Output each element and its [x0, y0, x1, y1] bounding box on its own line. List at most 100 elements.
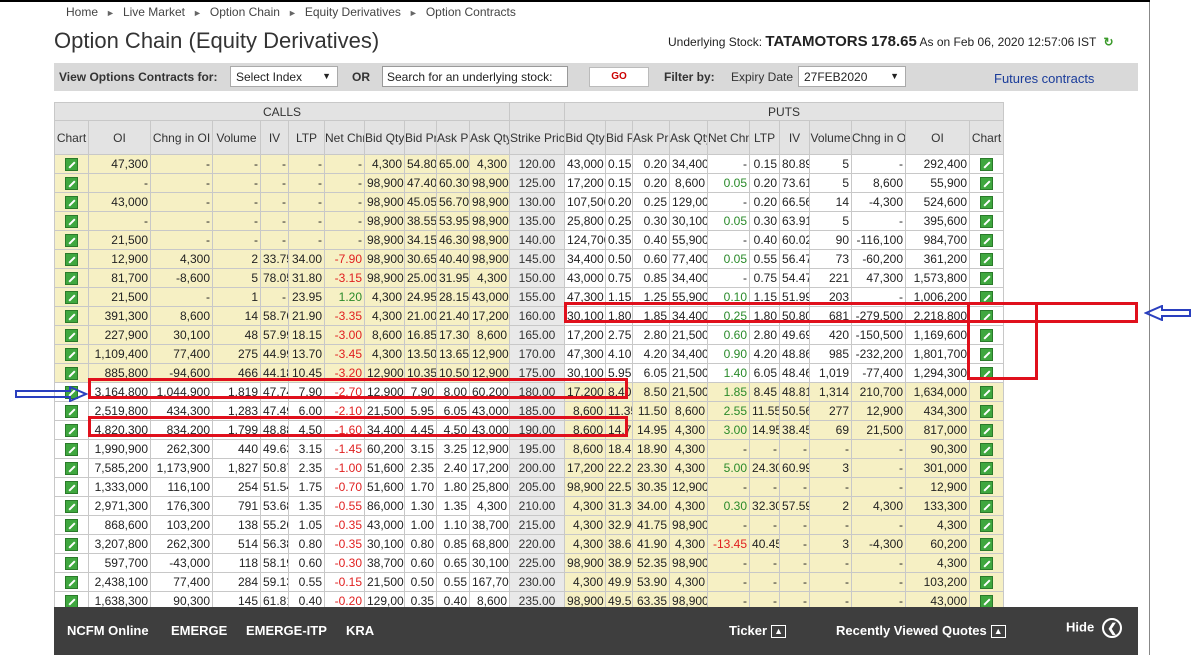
chart-icon[interactable]: [65, 519, 78, 533]
strike-price-cell[interactable]: 165.00: [509, 325, 566, 345]
strike-price-cell[interactable]: 130.00: [509, 192, 566, 212]
hide-toggle[interactable]: Hide ❮: [1066, 618, 1123, 638]
call-col-header: Bid Price: [404, 120, 437, 155]
strike-price-cell[interactable]: 150.00: [509, 268, 566, 288]
chart-icon[interactable]: [65, 329, 78, 343]
chart-icon[interactable]: [65, 443, 78, 457]
strike-price-cell[interactable]: 200.00: [509, 458, 566, 478]
refresh-icon[interactable]: ↻: [1103, 35, 1113, 49]
strike-price-cell[interactable]: 230.00: [509, 572, 566, 592]
strike-price-cell[interactable]: 180.00: [509, 382, 566, 402]
chart-icon[interactable]: [980, 405, 994, 419]
call-cell: 98,900: [468, 211, 511, 231]
chart-icon[interactable]: [980, 424, 994, 438]
strike-price-cell[interactable]: 160.00: [509, 306, 566, 326]
chart-icon[interactable]: [980, 215, 994, 229]
recently-viewed-toggle[interactable]: Recently Viewed Quotes ▲: [836, 623, 1006, 639]
chart-cell: [54, 192, 89, 212]
chart-icon[interactable]: [980, 158, 994, 172]
chart-icon[interactable]: [980, 348, 994, 362]
strike-price-cell[interactable]: 120.00: [509, 154, 566, 174]
strike-price-cell[interactable]: 205.00: [509, 477, 566, 497]
strike-price-cell[interactable]: 215.00: [509, 515, 566, 535]
chart-icon[interactable]: [65, 481, 78, 495]
call-cell: 34.15: [404, 230, 437, 250]
chart-icon[interactable]: [65, 576, 78, 590]
kra-link[interactable]: KRA: [346, 623, 374, 638]
chart-icon[interactable]: [65, 386, 78, 400]
chart-icon[interactable]: [980, 519, 994, 533]
put-col-header: Chart: [969, 120, 1005, 155]
breadcrumb-home[interactable]: Home: [66, 5, 98, 19]
put-cell: 11.35: [605, 401, 634, 421]
chart-icon[interactable]: [980, 329, 994, 343]
chart-icon[interactable]: [980, 462, 994, 476]
chart-icon[interactable]: [65, 557, 78, 571]
chart-icon[interactable]: [65, 158, 78, 172]
chart-icon[interactable]: [65, 405, 78, 419]
chart-icon[interactable]: [65, 462, 78, 476]
emerge-link[interactable]: EMERGE: [171, 623, 227, 638]
futures-contracts-link[interactable]: Futures contracts: [994, 71, 1094, 86]
breadcrumb-equity-derivatives[interactable]: Equity Derivatives: [305, 5, 401, 19]
emerge-itp-link[interactable]: EMERGE-ITP: [246, 623, 327, 638]
chart-icon[interactable]: [980, 291, 994, 305]
call-cell: 30,100: [468, 553, 511, 573]
chart-icon[interactable]: [980, 481, 994, 495]
call-cell: 0.55: [436, 572, 470, 592]
strike-price-cell[interactable]: 125.00: [509, 173, 566, 193]
select-index-dropdown[interactable]: Select Index ▼: [230, 66, 338, 87]
chart-icon[interactable]: [65, 196, 78, 210]
put-cell: 60.99: [779, 458, 811, 478]
chart-icon[interactable]: [980, 557, 994, 571]
chart-icon[interactable]: [980, 367, 994, 381]
chart-icon[interactable]: [65, 272, 78, 286]
ncfm-online-link[interactable]: NCFM Online: [67, 623, 149, 638]
breadcrumb-live-market[interactable]: Live Market: [123, 5, 185, 19]
chart-icon[interactable]: [980, 177, 994, 191]
strike-price-cell[interactable]: 135.00: [509, 211, 566, 231]
strike-price-cell[interactable]: 155.00: [509, 287, 566, 307]
chart-icon[interactable]: [980, 386, 994, 400]
strike-price-cell[interactable]: 145.00: [509, 249, 566, 269]
chart-icon[interactable]: [65, 500, 78, 514]
go-button[interactable]: GO: [589, 67, 649, 87]
chart-icon[interactable]: [980, 234, 994, 248]
chart-icon[interactable]: [65, 177, 78, 191]
strike-price-cell[interactable]: 185.00: [509, 401, 566, 421]
strike-price-cell[interactable]: 195.00: [509, 439, 566, 459]
chart-icon[interactable]: [65, 367, 78, 381]
put-cell: -: [809, 439, 853, 459]
expiry-date-dropdown[interactable]: 27FEB2020 ▼: [798, 66, 906, 87]
strike-price-cell[interactable]: 210.00: [509, 496, 566, 516]
strike-price-cell[interactable]: 220.00: [509, 534, 566, 554]
chart-icon[interactable]: [980, 253, 994, 267]
chart-icon[interactable]: [65, 538, 78, 552]
strike-price-cell[interactable]: 175.00: [509, 363, 566, 383]
chart-icon[interactable]: [65, 291, 78, 305]
chart-icon[interactable]: [980, 576, 994, 590]
chart-icon[interactable]: [65, 234, 78, 248]
chart-icon[interactable]: [980, 443, 994, 457]
chart-icon[interactable]: [980, 196, 994, 210]
strike-price-cell[interactable]: 140.00: [509, 230, 566, 250]
strike-price-cell[interactable]: 190.00: [509, 420, 566, 440]
chart-icon[interactable]: [65, 253, 78, 267]
call-cell: 2,519,800: [88, 401, 151, 421]
put-cell: 3.00: [707, 420, 751, 440]
chart-icon[interactable]: [980, 310, 994, 324]
breadcrumb-option-chain[interactable]: Option Chain: [210, 5, 280, 19]
strike-price-cell[interactable]: 225.00: [509, 553, 566, 573]
put-cell: 21,500: [851, 420, 907, 440]
chart-icon[interactable]: [65, 215, 78, 229]
put-cell: 0.20: [749, 192, 781, 212]
chart-icon[interactable]: [65, 424, 78, 438]
chart-icon[interactable]: [65, 310, 78, 324]
ticker-toggle[interactable]: Ticker ▲: [729, 623, 787, 639]
chart-icon[interactable]: [980, 500, 994, 514]
stock-search-input[interactable]: Search for an underlying stock:: [382, 66, 568, 87]
chart-icon[interactable]: [980, 538, 994, 552]
chart-icon[interactable]: [65, 348, 78, 362]
strike-price-cell[interactable]: 170.00: [509, 344, 566, 364]
chart-icon[interactable]: [980, 272, 994, 286]
